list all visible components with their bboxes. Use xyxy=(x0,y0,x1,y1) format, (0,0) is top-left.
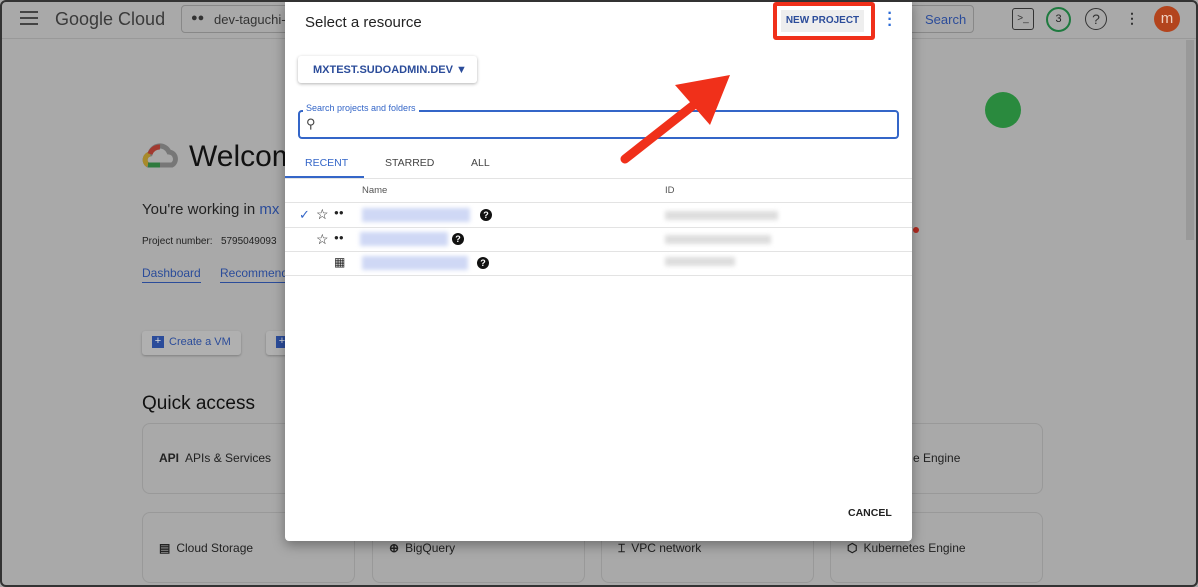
more-icon[interactable]: ⋮ xyxy=(1121,8,1143,30)
working-project-link[interactable]: mx xyxy=(259,201,279,218)
star-icon[interactable]: ☆ xyxy=(316,206,329,223)
card-label: Kubernetes Engine xyxy=(863,541,966,555)
card-label: Cloud Storage xyxy=(176,541,254,555)
highlight-box xyxy=(773,2,875,40)
create-vm-label: Create a VM xyxy=(169,336,231,348)
search-label: Search projects and folders xyxy=(303,103,419,113)
divider xyxy=(285,178,912,179)
project-icon: ●● xyxy=(334,233,344,242)
select-resource-dialog: Select a resource NEW PROJECT · · · MXTEST… xyxy=(285,0,912,541)
decorative-shape xyxy=(985,92,1021,128)
help-icon: ? xyxy=(480,209,492,221)
bigquery-icon: ⊕ xyxy=(389,541,400,555)
project-id-redacted xyxy=(665,211,778,220)
column-name[interactable]: Name xyxy=(362,185,387,196)
decorative-dot xyxy=(913,227,919,233)
project-id-redacted xyxy=(665,235,771,244)
organization-label: MXTEST.SUDOADMIN.DEV xyxy=(313,64,453,76)
recommendations-link[interactable]: Recommend xyxy=(220,266,289,283)
dialog-title: Select a resource xyxy=(305,14,422,31)
card-label: VPC network xyxy=(631,541,702,555)
table-row[interactable]: ☆ ●● ? xyxy=(285,228,912,251)
star-icon[interactable]: ☆ xyxy=(316,231,329,248)
card-label: BigQuery xyxy=(405,541,456,555)
divider xyxy=(285,275,912,276)
dropdown-arrow-icon: ▼ xyxy=(456,64,467,76)
more-options-icon[interactable]: · · · xyxy=(887,6,893,34)
card-label: e Engine xyxy=(913,451,961,465)
project-number: Project number: 5795049093 xyxy=(142,236,277,247)
help-icon: ? xyxy=(452,233,464,245)
tab-recent[interactable]: RECENT xyxy=(305,157,348,169)
project-number-label: Project number: xyxy=(142,236,213,247)
table-row[interactable]: ▦ ? xyxy=(285,252,912,275)
cancel-button[interactable]: CANCEL xyxy=(848,507,892,519)
working-in-text: You're working in mx xyxy=(142,201,279,218)
welcome-heading: Welcom xyxy=(189,140,297,173)
scrollbar[interactable] xyxy=(1186,40,1194,240)
table-row[interactable]: ✓ ☆ ●● ? xyxy=(285,203,912,227)
search-projects-input[interactable]: ⚲ xyxy=(298,110,899,139)
notifications-badge[interactable]: 3 xyxy=(1046,7,1071,32)
cloud-logo-icon xyxy=(142,143,178,169)
working-in-label: You're working in xyxy=(142,201,256,218)
project-icon: ●● xyxy=(191,12,205,24)
column-id[interactable]: ID xyxy=(665,185,675,196)
tab-all[interactable]: ALL xyxy=(471,157,490,169)
organization-icon: ▦ xyxy=(334,255,346,269)
organization-id-redacted xyxy=(665,257,735,266)
avatar[interactable]: m xyxy=(1154,6,1180,32)
storage-icon: ▤ xyxy=(159,541,171,555)
organization-name-redacted[interactable] xyxy=(362,256,468,270)
tab-starred[interactable]: STARRED xyxy=(385,157,434,169)
project-icon: ●● xyxy=(334,208,344,217)
card-label: APIs & Services xyxy=(185,451,272,465)
api-icon: API xyxy=(159,451,180,465)
dashboard-link[interactable]: Dashboard xyxy=(142,266,201,283)
kubernetes-icon: ⬡ xyxy=(847,541,858,555)
help-icon: ? xyxy=(477,257,489,269)
check-icon: ✓ xyxy=(299,207,310,222)
project-name-redacted[interactable] xyxy=(360,232,448,246)
vpc-icon: ⌶ xyxy=(618,541,626,555)
organization-dropdown[interactable]: MXTEST.SUDOADMIN.DEV ▼ xyxy=(298,56,477,83)
google-cloud-logo[interactable]: Google Cloud xyxy=(55,9,165,30)
annotation-arrow xyxy=(620,75,730,164)
create-vm-button[interactable]: + Create a VM xyxy=(142,331,241,355)
menu-icon[interactable] xyxy=(20,11,38,25)
project-number-value: 5795049093 xyxy=(220,236,277,247)
plus-icon: + xyxy=(152,336,164,348)
help-icon[interactable]: ? xyxy=(1085,8,1107,30)
quick-access-heading: Quick access xyxy=(142,393,255,414)
project-name-redacted[interactable] xyxy=(362,208,470,222)
search-icon: ⚲ xyxy=(306,116,316,131)
cloud-shell-icon[interactable]: >_ xyxy=(1012,8,1034,30)
